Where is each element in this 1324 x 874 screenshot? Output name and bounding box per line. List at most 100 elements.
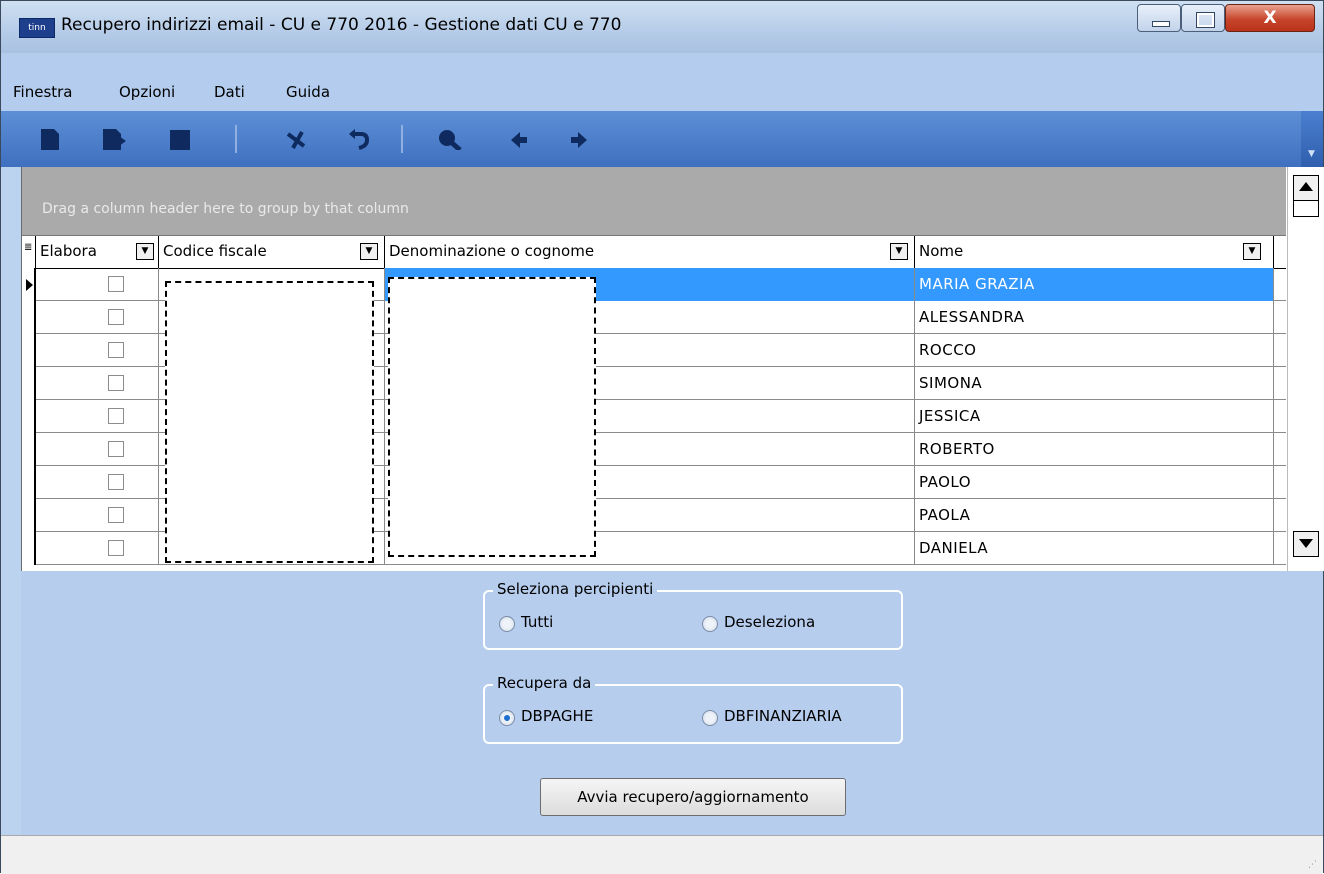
back-arrow-icon[interactable] — [509, 128, 529, 150]
chevron-down-icon: ▼ — [1308, 149, 1315, 159]
app-icon: tinn — [19, 18, 55, 38]
elabora-checkbox[interactable] — [108, 540, 124, 556]
cell-elabora — [36, 466, 159, 499]
cell-elabora — [36, 433, 159, 466]
filter-dropdown-icon[interactable]: ▼ — [360, 243, 378, 260]
scroll-up-button[interactable] — [1293, 175, 1319, 201]
row-indicator[interactable] — [22, 466, 36, 499]
forward-arrow-icon[interactable] — [569, 128, 589, 150]
row-indicator[interactable] — [22, 268, 36, 301]
vertical-scrollbar[interactable] — [1287, 167, 1324, 571]
header-denominazione[interactable]: Denominazione o cognome ▼ — [385, 236, 915, 268]
header-codice-fiscale[interactable]: Codice fiscale ▼ — [159, 236, 385, 268]
recupera-da-group: Recupera da DBPAGHE DBFINANZIARIA — [483, 674, 903, 744]
scroll-down-button[interactable] — [1293, 531, 1319, 557]
nome-text: ALESSANDRA — [919, 308, 1025, 326]
elabora-checkbox[interactable] — [108, 441, 124, 457]
cell-nome[interactable]: ALESSANDRA — [915, 301, 1274, 334]
elabora-checkbox[interactable] — [108, 276, 124, 292]
row-indicator[interactable] — [22, 400, 36, 433]
elabora-checkbox[interactable] — [108, 474, 124, 490]
row-indicator[interactable] — [22, 433, 36, 466]
left-border — [1, 167, 21, 835]
header-label: Nome — [919, 242, 964, 260]
menu-guida[interactable]: Guida — [286, 83, 330, 101]
arrow-up-icon — [1299, 182, 1313, 191]
redacted-area — [388, 277, 596, 557]
seleziona-percipienti-group: Seleziona percipienti Tutti Deseleziona — [483, 580, 903, 650]
elabora-checkbox[interactable] — [108, 342, 124, 358]
cell-elabora — [36, 334, 159, 367]
menu-bar: Finestra Opzioni Dati Guida — [1, 53, 1323, 111]
row-indicator[interactable] — [22, 367, 36, 400]
cell-nome[interactable]: PAOLO — [915, 466, 1274, 499]
radio-dbfinanziaria[interactable] — [702, 710, 718, 726]
toolbar-separator — [401, 125, 403, 153]
cell-nome[interactable]: PAOLA — [915, 499, 1274, 532]
menu-dati[interactable]: Dati — [214, 83, 245, 101]
column-chooser-icon[interactable]: ≣ — [22, 236, 36, 268]
radio-dbpaghe[interactable] — [499, 710, 515, 726]
row-indicator[interactable] — [22, 499, 36, 532]
grid-header: ≣ Elabora ▼ Codice fiscale ▼ Denominazio… — [22, 235, 1286, 269]
filter-dropdown-icon[interactable]: ▼ — [1243, 243, 1261, 260]
cell-nome[interactable]: ROBERTO — [915, 433, 1274, 466]
cell-elabora — [36, 367, 159, 400]
cell-elabora — [36, 400, 159, 433]
nome-text: SIMONA — [919, 374, 983, 392]
undo-icon[interactable] — [347, 128, 369, 150]
nome-text: PAOLO — [919, 473, 972, 491]
options-panel: Seleziona percipienti Tutti Deseleziona … — [21, 571, 1323, 835]
elabora-checkbox[interactable] — [108, 507, 124, 523]
nome-text: DANIELA — [919, 539, 989, 557]
resize-grip-icon[interactable]: ⋰ — [1308, 860, 1317, 870]
cell-elabora — [36, 268, 159, 301]
title-bar[interactable]: tinn Recupero indirizzi email - CU e 770… — [1, 1, 1323, 53]
cell-nome[interactable]: ROCCO — [915, 334, 1274, 367]
nome-text: ROBERTO — [919, 440, 995, 458]
radio-label: Deseleziona — [724, 613, 816, 631]
elabora-checkbox[interactable] — [108, 309, 124, 325]
radio-label: Tutti — [521, 613, 554, 631]
new-doc-icon[interactable] — [39, 128, 61, 150]
radio-tutti[interactable] — [499, 616, 515, 632]
arrow-down-icon — [1299, 539, 1313, 548]
filter-dropdown-icon[interactable]: ▼ — [890, 243, 908, 260]
header-nome[interactable]: Nome ▼ — [915, 236, 1274, 268]
radio-deseleziona[interactable] — [702, 616, 718, 632]
stop-icon[interactable] — [169, 128, 191, 150]
row-indicator[interactable] — [22, 532, 36, 565]
cell-nome[interactable]: DANIELA — [915, 532, 1274, 565]
nome-text: ROCCO — [919, 341, 977, 359]
close-button[interactable]: X — [1225, 4, 1315, 32]
row-indicator[interactable] — [22, 301, 36, 334]
search-icon[interactable] — [437, 128, 463, 150]
avvia-recupero-button[interactable]: Avvia recupero/aggiornamento — [540, 778, 846, 816]
scroll-thumb[interactable] — [1293, 201, 1319, 217]
minimize-icon — [1152, 21, 1170, 27]
toolbar-overflow-button[interactable]: ▼ — [1301, 111, 1323, 167]
header-label: Elabora — [40, 242, 97, 260]
delete-icon[interactable] — [285, 128, 307, 150]
save-doc-icon[interactable] — [101, 128, 127, 150]
filter-dropdown-icon[interactable]: ▼ — [136, 243, 154, 260]
menu-finestra[interactable]: Finestra — [13, 83, 73, 101]
minimize-button[interactable] — [1137, 4, 1181, 32]
maximize-icon — [1196, 12, 1215, 28]
cell-nome[interactable]: JESSICA — [915, 400, 1274, 433]
header-elabora[interactable]: Elabora ▼ — [36, 236, 159, 268]
maximize-button[interactable] — [1181, 4, 1225, 32]
cell-nome[interactable]: MARIA GRAZIA — [915, 268, 1274, 301]
group-by-panel[interactable]: Drag a column header here to group by th… — [22, 167, 1286, 235]
elabora-checkbox[interactable] — [108, 408, 124, 424]
cell-nome[interactable]: SIMONA — [915, 367, 1274, 400]
close-icon: X — [1263, 8, 1277, 28]
group-by-hint: Drag a column header here to group by th… — [42, 201, 409, 217]
menu-opzioni[interactable]: Opzioni — [119, 83, 175, 101]
elabora-checkbox[interactable] — [108, 375, 124, 391]
cell-elabora — [36, 532, 159, 565]
group-title: Seleziona percipienti — [493, 580, 658, 598]
app-window: tinn Recupero indirizzi email - CU e 770… — [0, 0, 1324, 874]
nome-text: JESSICA — [919, 407, 981, 425]
row-indicator[interactable] — [22, 334, 36, 367]
